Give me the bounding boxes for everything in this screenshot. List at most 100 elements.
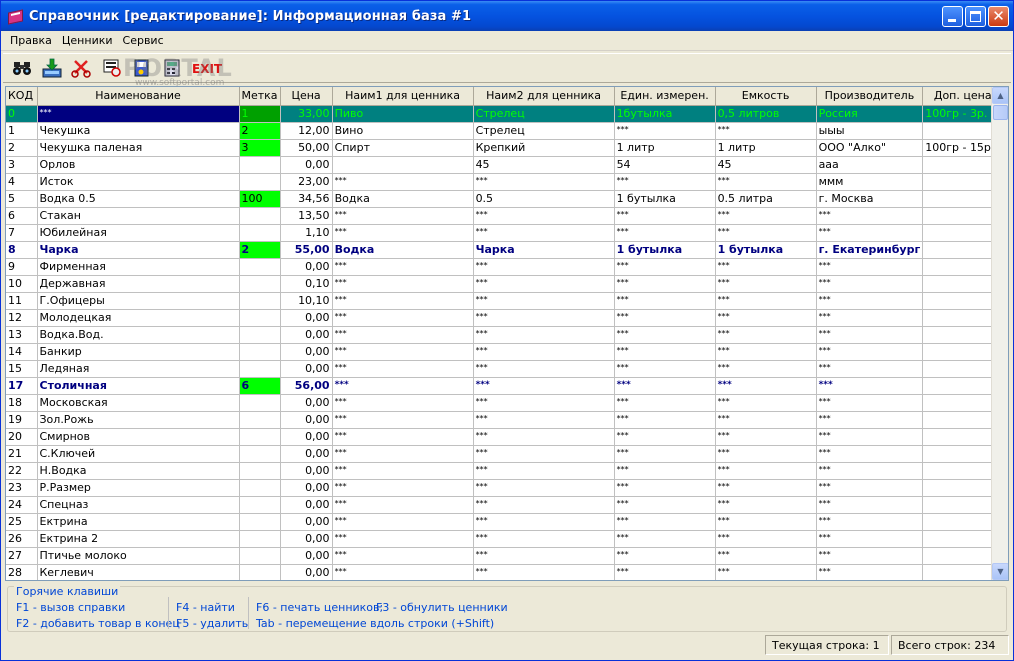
- table-cell[interactable]: ***: [614, 326, 716, 344]
- products-grid[interactable]: КОД Наименование Метка Цена Наим1 для ценник…: [5, 86, 1009, 581]
- table-cell[interactable]: ***: [473, 496, 615, 514]
- table-cell[interactable]: ***: [332, 394, 474, 412]
- table-cell[interactable]: 0,00: [280, 411, 333, 429]
- table-row[interactable]: 1 Чекушка 2 12,00 Вино Стрелец *** *** ыыы: [6, 122, 1004, 140]
- table-cell[interactable]: Московская: [37, 394, 240, 412]
- table-cell[interactable]: ***: [715, 496, 817, 514]
- table-cell[interactable]: 6: [239, 377, 281, 395]
- table-cell[interactable]: 0,00: [280, 326, 333, 344]
- table-cell[interactable]: ***: [332, 530, 474, 548]
- table-row[interactable]: 28 Кеглевич 0,00 *** *** *** *** ***: [6, 564, 1004, 580]
- table-cell[interactable]: [239, 394, 281, 412]
- table-cell[interactable]: ***: [715, 173, 817, 191]
- table-cell[interactable]: ***: [473, 309, 615, 327]
- table-row[interactable]: 26 Ектрина 2 0,00 *** *** *** *** ***: [6, 530, 1004, 548]
- table-cell[interactable]: 13: [6, 326, 38, 344]
- table-cell[interactable]: ыыы: [816, 122, 924, 140]
- column-header[interactable]: Наименование: [37, 87, 240, 106]
- table-cell[interactable]: ***: [473, 224, 615, 242]
- table-cell[interactable]: ***: [614, 445, 716, 463]
- table-cell[interactable]: Н.Водка: [37, 462, 240, 480]
- table-cell[interactable]: Юбилейная: [37, 224, 240, 242]
- table-row[interactable]: 9 Фирменная 0,00 *** *** *** *** ***: [6, 258, 1004, 276]
- table-cell[interactable]: [239, 326, 281, 344]
- table-cell[interactable]: ***: [332, 224, 474, 242]
- table-cell[interactable]: 21: [6, 445, 38, 463]
- table-cell[interactable]: 1бутылка: [614, 105, 716, 123]
- table-cell[interactable]: 50,00: [280, 139, 333, 157]
- table-cell[interactable]: [239, 207, 281, 225]
- table-cell[interactable]: ***: [332, 411, 474, 429]
- table-cell[interactable]: 27: [6, 547, 38, 565]
- table-row[interactable]: 3 Орлов 0,00 45 54 45 ааа: [6, 156, 1004, 174]
- table-cell[interactable]: ***: [715, 394, 817, 412]
- table-cell[interactable]: [239, 156, 281, 174]
- table-cell[interactable]: Чарка: [37, 241, 240, 259]
- column-header[interactable]: Цена: [280, 87, 333, 106]
- table-cell[interactable]: ***: [332, 343, 474, 361]
- table-row[interactable]: 10 Державная 0,10 *** *** *** *** ***: [6, 275, 1004, 293]
- table-cell[interactable]: [239, 496, 281, 514]
- table-cell[interactable]: Р.Размер: [37, 479, 240, 497]
- cut-button[interactable]: [69, 55, 95, 81]
- maximize-button[interactable]: [965, 6, 986, 27]
- menu-service[interactable]: Сервис: [118, 34, 169, 47]
- table-row[interactable]: 27 Птичье молоко 0,00 *** *** *** *** ***: [6, 547, 1004, 565]
- table-cell[interactable]: ***: [614, 377, 716, 395]
- table-row[interactable]: 13 Водка.Вод. 0,00 *** *** *** *** ***: [6, 326, 1004, 344]
- column-header[interactable]: КОД: [6, 87, 38, 106]
- table-cell[interactable]: ***: [715, 207, 817, 225]
- table-cell[interactable]: ***: [816, 428, 924, 446]
- table-cell[interactable]: ***: [816, 479, 924, 497]
- table-cell[interactable]: ***: [473, 343, 615, 361]
- table-cell[interactable]: 0,00: [280, 156, 333, 174]
- table-cell[interactable]: ***: [614, 275, 716, 293]
- table-cell[interactable]: ***: [715, 564, 817, 580]
- table-cell[interactable]: ***: [816, 224, 924, 242]
- table-cell[interactable]: Крепкий: [473, 139, 615, 157]
- table-cell[interactable]: [239, 564, 281, 580]
- table-cell[interactable]: [239, 275, 281, 293]
- table-cell[interactable]: ***: [614, 122, 716, 140]
- table-cell[interactable]: ***: [715, 411, 817, 429]
- table-cell[interactable]: Молодецкая: [37, 309, 240, 327]
- table-cell[interactable]: ***: [332, 445, 474, 463]
- table-cell[interactable]: 0,00: [280, 564, 333, 580]
- table-row[interactable]: 21 С.Ключей 0,00 *** *** *** *** ***: [6, 445, 1004, 463]
- table-cell[interactable]: ***: [332, 292, 474, 310]
- table-cell[interactable]: ***: [332, 564, 474, 580]
- table-cell[interactable]: Зол.Рожь: [37, 411, 240, 429]
- table-cell[interactable]: 15: [6, 360, 38, 378]
- menu-edit[interactable]: Правка: [5, 34, 57, 47]
- table-row[interactable]: 6 Стакан 13,50 *** *** *** *** ***: [6, 207, 1004, 225]
- table-cell[interactable]: Птичье молоко: [37, 547, 240, 565]
- table-cell[interactable]: Орлов: [37, 156, 240, 174]
- table-cell[interactable]: 9: [6, 258, 38, 276]
- table-cell[interactable]: [239, 530, 281, 548]
- calculator-button[interactable]: [159, 55, 185, 81]
- table-cell[interactable]: ***: [614, 479, 716, 497]
- table-cell[interactable]: ***: [614, 411, 716, 429]
- table-cell[interactable]: ***: [614, 224, 716, 242]
- table-cell[interactable]: 0,00: [280, 445, 333, 463]
- vertical-scrollbar[interactable]: ▲ ▼: [991, 87, 1008, 580]
- table-cell[interactable]: ***: [473, 530, 615, 548]
- table-cell[interactable]: Столичная: [37, 377, 240, 395]
- table-cell[interactable]: ***: [816, 411, 924, 429]
- table-cell[interactable]: 2: [6, 139, 38, 157]
- table-cell[interactable]: ***: [473, 292, 615, 310]
- table-cell[interactable]: ***: [332, 326, 474, 344]
- table-cell[interactable]: ***: [816, 326, 924, 344]
- table-cell[interactable]: Спецназ: [37, 496, 240, 514]
- table-cell[interactable]: 1: [239, 105, 281, 123]
- table-cell[interactable]: 2: [239, 241, 281, 259]
- table-cell[interactable]: ***: [715, 258, 817, 276]
- table-cell[interactable]: 34,56: [280, 190, 333, 208]
- table-cell[interactable]: 17: [6, 377, 38, 395]
- table-cell[interactable]: Фирменная: [37, 258, 240, 276]
- exit-button[interactable]: EXIT: [189, 55, 223, 81]
- table-cell[interactable]: [332, 156, 474, 174]
- column-header[interactable]: Метка: [239, 87, 281, 106]
- table-cell[interactable]: 45: [473, 156, 615, 174]
- table-cell[interactable]: ***: [715, 547, 817, 565]
